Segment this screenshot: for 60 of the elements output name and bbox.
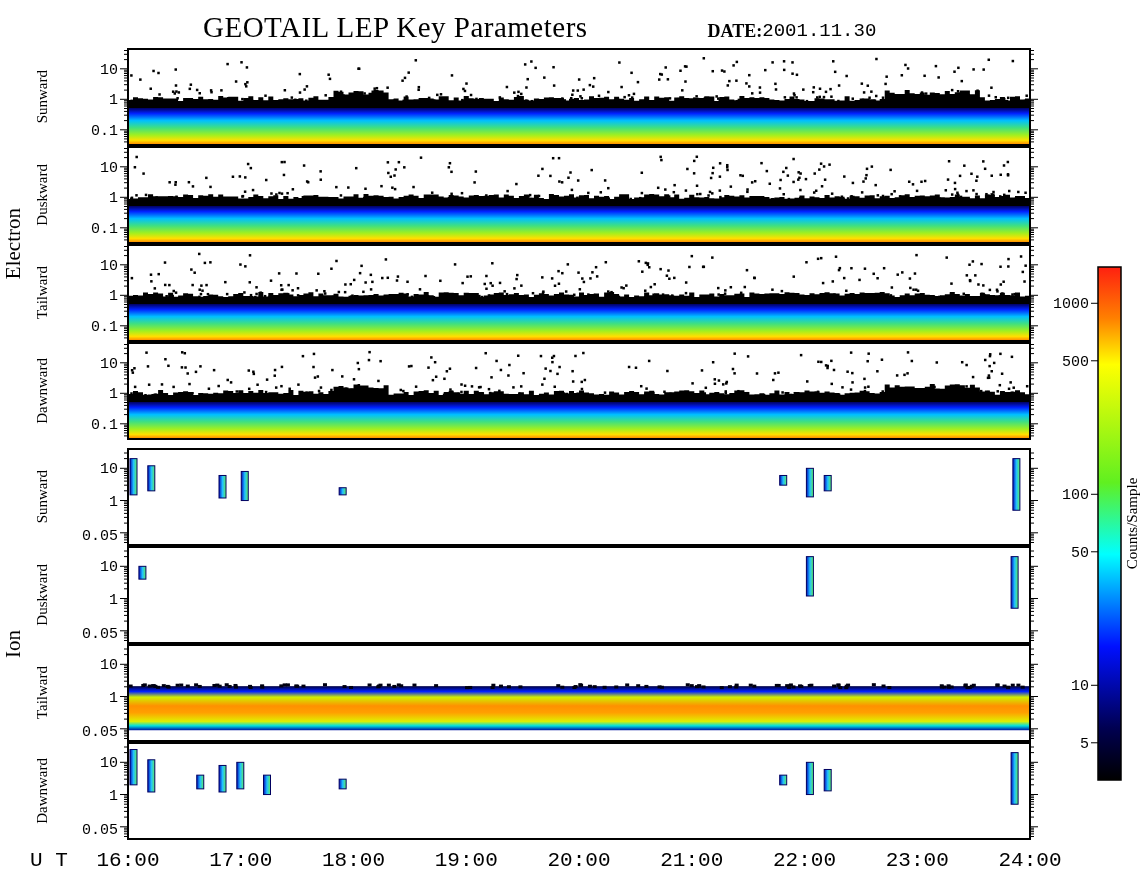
y-tick-label: 1 [109, 288, 118, 306]
direction-label: Duskward [33, 164, 51, 226]
direction-label: Sunward [33, 470, 51, 524]
y-tick-label: 10 [100, 61, 118, 79]
y-tick-label: 1 [109, 689, 118, 707]
y-tick-label: 1 [109, 92, 118, 110]
group-label: Electron [1, 208, 26, 280]
colorbar-tick-label: 5 [1080, 735, 1089, 753]
date-label: DATE: [707, 21, 763, 43]
colorbar-tick [1090, 360, 1099, 362]
colorbar-label: Counts/Sample [1124, 477, 1140, 570]
y-tick-label: 0.05 [82, 528, 118, 545]
x-axis-label: U T [30, 849, 68, 872]
direction-label: Tailward [33, 266, 51, 320]
y-tick-label: 10 [100, 755, 118, 773]
x-tick-label: 19:00 [434, 849, 498, 872]
y-tick-label: 10 [100, 159, 118, 177]
colorbar-tick [1090, 551, 1099, 553]
colorbar-tick-label: 500 [1062, 353, 1089, 371]
direction-label: Sunward [33, 70, 51, 124]
y-tick-label: 1 [109, 591, 118, 609]
x-tick-label: 20:00 [547, 849, 611, 872]
plot-title: GEOTAIL LEP Key Parameters [203, 11, 588, 44]
colorbar-tick [1090, 302, 1099, 304]
colorbar-tick [1090, 742, 1099, 744]
y-tick-label: 1 [109, 493, 118, 511]
x-tick-label: 24:00 [998, 849, 1062, 872]
colorbar-tick [1090, 493, 1099, 495]
x-tick-label: 22:00 [773, 849, 836, 872]
colorbar-tick [1090, 684, 1099, 686]
y-tick-label: 0.1 [91, 220, 118, 238]
direction-label: Dawnward [33, 358, 51, 424]
colorbar-tick-label: 10 [1071, 678, 1089, 696]
y-tick-label: 0.05 [82, 724, 118, 741]
y-tick-label: 1 [109, 787, 118, 805]
y-tick-label: 0.1 [91, 122, 118, 140]
y-tick-label: 1 [109, 190, 118, 208]
direction-label: Dawnward [33, 758, 51, 824]
direction-label: Duskward [33, 564, 51, 626]
y-tick-label: 1 [109, 386, 118, 404]
y-tick-label: 10 [100, 355, 118, 373]
x-tick-label: 18:00 [322, 849, 385, 872]
direction-label: Tailward [33, 666, 51, 720]
y-tick-label: 0.1 [91, 416, 118, 434]
colorbar-tick-label: 100 [1062, 487, 1089, 505]
y-tick-label: 0.1 [91, 318, 118, 336]
colorbar-tick-label: 1000 [1053, 296, 1089, 314]
colorbar-tick-label: 50 [1071, 544, 1089, 562]
date-value: 2001.11.30 [762, 20, 877, 44]
y-tick-label: 0.05 [82, 626, 118, 643]
x-tick-label: 21:00 [660, 849, 724, 872]
y-tick-label: 10 [100, 559, 118, 577]
group-label: Ion [1, 630, 26, 658]
x-tick-label: 23:00 [885, 849, 949, 872]
x-tick-label: 16:00 [96, 849, 160, 872]
y-tick-label: 10 [100, 257, 118, 275]
y-tick-label: 10 [100, 461, 118, 479]
x-tick-label: 17:00 [209, 849, 273, 872]
y-tick-label: 0.05 [82, 822, 118, 839]
y-tick-label: 10 [100, 657, 118, 675]
